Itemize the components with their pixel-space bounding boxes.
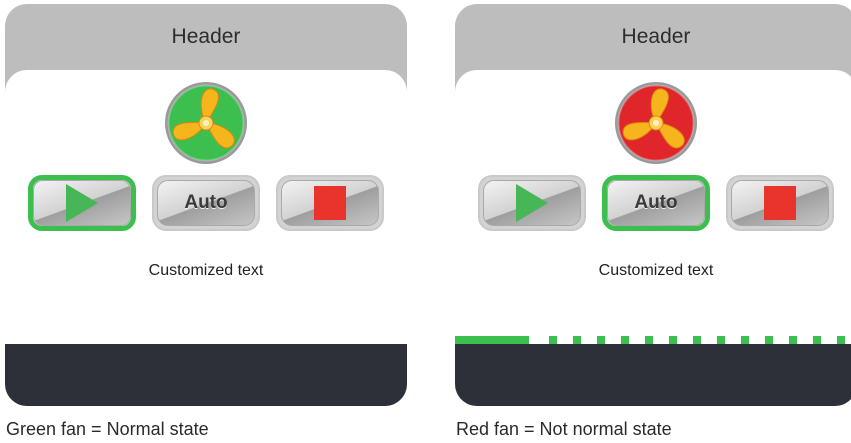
play-icon [516,184,548,222]
fan-icon [164,81,248,165]
fan-panel-normal: Header Auto Customized text [5,4,407,406]
auto-button[interactable]: Auto [152,175,260,231]
caption-normal: Green fan = Normal state [6,419,209,439]
stop-icon [764,186,796,220]
progress-strip [455,336,851,344]
stop-button[interactable] [276,175,384,231]
auto-button-label: Auto [184,192,228,213]
auto-button-label: Auto [634,192,678,213]
panel-body: Auto Customized text [5,70,407,344]
panel-footer [5,344,407,406]
fan-panel-alert: Header Auto Customized text [455,4,851,406]
fan-icon [614,81,698,165]
play-button[interactable] [28,175,136,231]
customized-text: Customized text [598,262,714,279]
panel-header: Header [621,25,691,48]
play-icon [66,184,98,222]
panel-body: Auto Customized text [455,70,851,344]
panel-footer [455,344,851,406]
caption-alert: Red fan = Not normal state [456,419,672,439]
customized-text: Customized text [148,262,264,279]
play-button[interactable] [478,175,586,231]
panel-header: Header [171,25,241,48]
stop-button[interactable] [726,175,834,231]
auto-button[interactable]: Auto [602,175,710,231]
stop-icon [314,186,346,220]
